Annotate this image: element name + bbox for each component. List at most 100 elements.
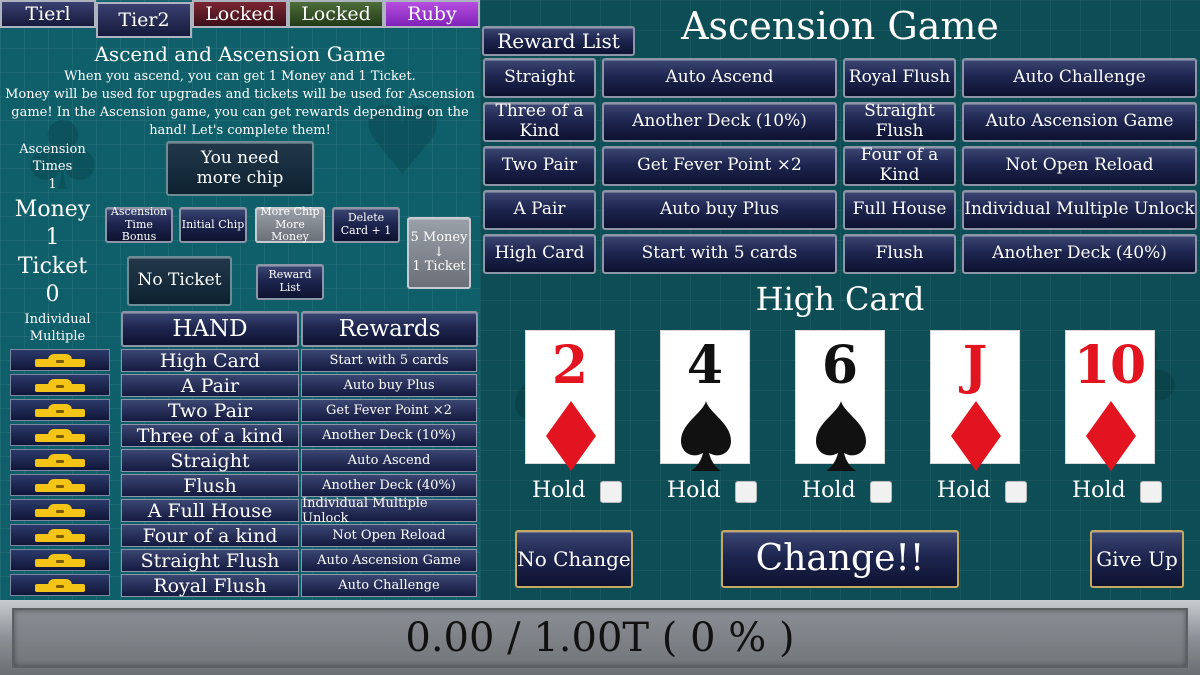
give-up-button[interactable]: Give Up — [1090, 530, 1184, 588]
lock-icon — [35, 453, 85, 467]
ascend-desc-line2: Money will be used for upgrades and tick… — [5, 87, 475, 102]
ascension-times-value: 1 — [48, 177, 57, 192]
no-change-button[interactable]: No Change — [515, 530, 633, 588]
reward-list-small-button[interactable]: Reward List — [256, 264, 324, 300]
playing-card[interactable]: 2 — [525, 330, 615, 471]
hand-row: Straight Flush Auto Ascension Game — [10, 549, 478, 572]
individual-multiple-button[interactable] — [10, 399, 110, 421]
playing-card[interactable]: 4 — [660, 330, 750, 471]
grid-reward-1-1: Another Deck (10%) — [602, 102, 837, 142]
no-ticket-button[interactable]: No Ticket — [127, 256, 232, 306]
more-chip-line2: More Money — [271, 217, 309, 244]
hand-name: Four of a kind — [121, 524, 299, 547]
lock-icon — [35, 353, 85, 367]
hold-checkbox[interactable] — [1140, 481, 1162, 503]
change-button[interactable]: Change!! — [721, 530, 959, 588]
tab-tier2[interactable]: Tier2 — [96, 2, 192, 38]
hand-reward: Get Fever Point ×2 — [301, 399, 477, 422]
tab-locked-1[interactable]: Locked — [192, 0, 288, 28]
money-label: Money — [14, 197, 91, 222]
playing-card[interactable]: J — [930, 330, 1020, 471]
spade-icon — [816, 401, 866, 471]
hand-row: Flush Another Deck (40%) — [10, 474, 478, 497]
individual-multiple-button[interactable] — [10, 549, 110, 571]
lock-icon — [35, 553, 85, 567]
delete-card-line2: Card + 1 — [340, 224, 392, 237]
hold-control: Hold — [937, 478, 1027, 504]
individual-multiple-button[interactable] — [10, 574, 110, 596]
playing-card[interactable]: 10 — [1065, 330, 1155, 471]
playing-card[interactable]: 6 — [795, 330, 885, 471]
hand-name: Two Pair — [121, 399, 299, 422]
lock-icon — [35, 428, 85, 442]
hold-label: Hold — [1072, 478, 1126, 503]
hand-name: A Pair — [121, 374, 299, 397]
reward-list-button[interactable]: Reward List — [482, 26, 635, 56]
ascension-time-bonus-button[interactable]: Ascension Time Bonus — [105, 205, 173, 244]
lock-icon — [35, 528, 85, 542]
spade-icon — [681, 401, 731, 471]
reward-list-small-line2: List — [279, 281, 301, 294]
ascension-times-label-1: Ascension — [19, 142, 86, 157]
delete-card-button[interactable]: Delete Card + 1 — [332, 207, 400, 243]
give-up-label: Give Up — [1096, 546, 1178, 571]
lock-icon — [35, 378, 85, 392]
ascension-times-label-2: Times — [32, 159, 73, 174]
lock-icon — [35, 403, 85, 417]
ascension-time-bonus-line2: Time Bonus — [121, 217, 157, 244]
arrow-down-icon: ↓ — [433, 244, 445, 260]
individual-multiple-button[interactable] — [10, 499, 110, 521]
need-more-chip-line1: You need — [200, 147, 280, 168]
hand-name: Three of a kind — [121, 424, 299, 447]
card-rank: 4 — [686, 335, 724, 396]
grid-reward-3-1: Auto buy Plus — [602, 190, 837, 230]
grid-reward-0-3: Auto Challenge — [962, 58, 1197, 98]
hold-checkbox[interactable] — [600, 481, 622, 503]
hold-control: Hold — [1072, 478, 1162, 504]
grid-reward-1-3: Auto Ascension Game — [962, 102, 1197, 142]
more-chip-more-money-button[interactable]: More Chip More Money — [255, 205, 325, 244]
hand-reward: Start with 5 cards — [301, 349, 477, 372]
grid-reward-4-1: Start with 5 cards — [602, 234, 837, 274]
hold-checkbox[interactable] — [735, 481, 757, 503]
reward-list-label: Reward List — [497, 28, 620, 53]
diamond-icon — [951, 401, 1001, 471]
tab-tier1[interactable]: Tierl — [0, 0, 96, 28]
hand-name: Royal Flush — [121, 574, 299, 597]
grid-hand-0-2: Royal Flush — [843, 58, 956, 98]
tab-locked-2[interactable]: Locked — [288, 0, 384, 28]
need-more-chip-button[interactable]: You need more chip — [166, 141, 314, 196]
grid-hand-0-0: Straight — [483, 58, 596, 98]
individual-multiple-button[interactable] — [10, 349, 110, 371]
individual-multiple-label-1: Individual — [24, 312, 91, 327]
hand-reward: Auto buy Plus — [301, 374, 477, 397]
lock-icon — [35, 503, 85, 517]
grid-hand-3-2: Full House — [843, 190, 956, 230]
exchange-money-ticket-button[interactable]: 5 Money ↓ 1 Ticket — [407, 217, 471, 289]
initial-chip-button[interactable]: Initial Chip — [179, 207, 247, 243]
card-rank: J — [962, 335, 988, 396]
individual-multiple-button[interactable] — [10, 374, 110, 396]
ascension-game-title: Ascension Game — [681, 4, 999, 48]
individual-multiple-button[interactable] — [10, 524, 110, 546]
tab-ruby[interactable]: Ruby — [384, 0, 480, 28]
hand-name: High Card — [121, 349, 299, 372]
hand-row: A Full House Individual Multiple Unlock — [10, 496, 478, 526]
lock-icon — [35, 478, 85, 492]
grid-reward-4-3: Another Deck (40%) — [962, 234, 1197, 274]
hand-name: Flush — [121, 474, 299, 497]
rewards-header: Rewards — [301, 311, 478, 347]
grid-hand-4-0: High Card — [483, 234, 596, 274]
ascend-desc-line1: When you ascend, you can get 1 Money and… — [64, 69, 416, 84]
hold-checkbox[interactable] — [1005, 481, 1027, 503]
individual-multiple-button[interactable] — [10, 449, 110, 471]
hold-checkbox[interactable] — [870, 481, 892, 503]
hold-label: Hold — [802, 478, 856, 503]
individual-multiple-button[interactable] — [10, 474, 110, 496]
hand-row: Three of a kind Another Deck (10%) — [10, 424, 478, 447]
need-more-chip-line2: more chip — [196, 167, 284, 188]
hold-label: Hold — [937, 478, 991, 503]
individual-multiple-button[interactable] — [10, 424, 110, 446]
current-hand-label: High Card — [755, 280, 925, 318]
grid-hand-1-2: Straight Flush — [843, 102, 956, 142]
